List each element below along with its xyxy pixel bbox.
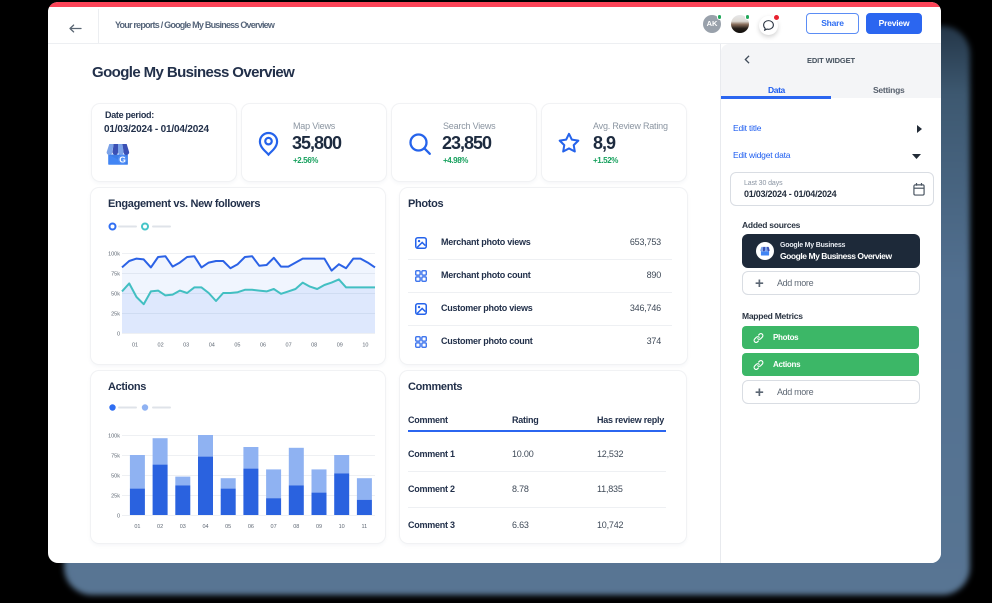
svg-text:100k: 100k: [108, 252, 120, 258]
svg-text:11: 11: [362, 524, 368, 530]
svg-text:02: 02: [157, 524, 163, 530]
svg-text:08: 08: [293, 524, 299, 530]
svg-text:07: 07: [271, 524, 277, 530]
svg-text:10: 10: [339, 524, 345, 530]
svg-text:06: 06: [248, 524, 254, 530]
svg-text:75k: 75k: [111, 454, 120, 460]
svg-text:25k: 25k: [111, 312, 120, 318]
svg-text:25k: 25k: [111, 494, 120, 500]
svg-text:10: 10: [362, 343, 368, 349]
svg-text:05: 05: [225, 524, 231, 530]
svg-text:06: 06: [260, 343, 266, 349]
svg-text:09: 09: [337, 343, 343, 349]
svg-text:0: 0: [117, 332, 120, 338]
svg-text:50k: 50k: [111, 474, 120, 480]
svg-text:01: 01: [132, 343, 138, 349]
svg-text:G: G: [119, 155, 126, 165]
svg-text:50k: 50k: [111, 292, 120, 298]
svg-text:09: 09: [316, 524, 322, 530]
svg-text:08: 08: [311, 343, 317, 349]
svg-text:01: 01: [134, 524, 140, 530]
svg-text:07: 07: [286, 343, 292, 349]
svg-text:0: 0: [117, 514, 120, 520]
svg-text:05: 05: [234, 343, 240, 349]
svg-text:100k: 100k: [108, 434, 120, 440]
svg-text:02: 02: [158, 343, 164, 349]
svg-text:75k: 75k: [111, 272, 120, 278]
svg-text:03: 03: [180, 524, 186, 530]
svg-text:03: 03: [183, 343, 189, 349]
svg-text:04: 04: [202, 524, 208, 530]
svg-text:04: 04: [209, 343, 215, 349]
